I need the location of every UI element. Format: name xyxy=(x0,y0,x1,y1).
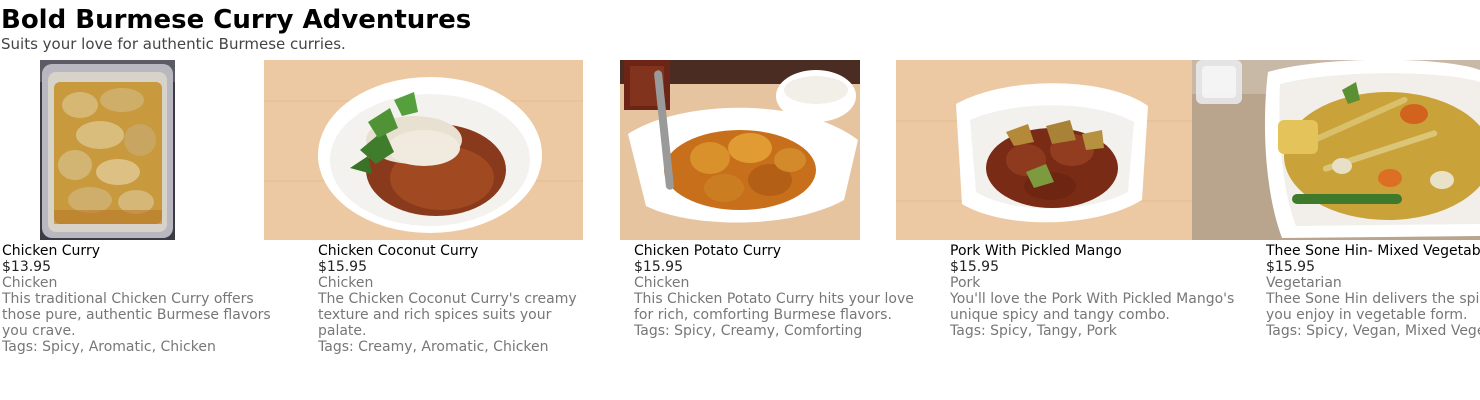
dish-category: Pork xyxy=(950,275,981,291)
dish-price: $15.95 xyxy=(950,259,999,275)
dish-price: $15.95 xyxy=(318,259,367,275)
dish-category: Chicken xyxy=(318,275,374,291)
dish-tags: Tags: Spicy, Vegan, Mixed Vegetables xyxy=(1266,323,1480,339)
dish-price: $15.95 xyxy=(634,259,683,275)
dish-description: This traditional Chicken Curry offers th… xyxy=(2,291,271,339)
dish-tags: Tags: Spicy, Tangy, Pork xyxy=(950,323,1117,339)
dish-name[interactable]: Chicken Coconut Curry xyxy=(318,243,618,259)
dish-name[interactable]: Chicken Curry xyxy=(2,243,302,259)
dish-price: $13.95 xyxy=(2,259,51,275)
dish-card-chicken-curry[interactable]: Chicken Curry $13.95 Chicken This tradit… xyxy=(2,243,302,355)
dish-card-chicken-coconut-curry[interactable]: Chicken Coconut Curry $15.95 Chicken The… xyxy=(318,243,618,355)
dish-name[interactable]: Pork With Pickled Mango xyxy=(950,243,1250,259)
chicken-coconut-curry-photo[interactable] xyxy=(264,60,583,240)
dish-card-pork-with-pickled-mango[interactable]: Pork With Pickled Mango $15.95 Pork You'… xyxy=(950,243,1250,339)
dish-price: $15.95 xyxy=(1266,259,1315,275)
dish-category: Chicken xyxy=(634,275,690,291)
chicken-potato-curry-photo[interactable] xyxy=(620,60,860,240)
pork-with-pickled-mango-photo[interactable] xyxy=(896,60,1192,240)
dish-tags: Tags: Spicy, Creamy, Comforting xyxy=(634,323,863,339)
page-subtitle: Suits your love for authentic Burmese cu… xyxy=(1,35,346,53)
dish-tags: Tags: Creamy, Aromatic, Chicken xyxy=(318,339,549,355)
dish-card-chicken-potato-curry[interactable]: Chicken Potato Curry $15.95 Chicken This… xyxy=(634,243,934,339)
dish-name[interactable]: Thee Sone Hin- Mixed Vegetable Curry xyxy=(1266,243,1480,259)
page-title: Bold Burmese Curry Adventures xyxy=(1,5,472,35)
dish-card-thee-sone-hin[interactable]: Thee Sone Hin- Mixed Vegetable Curry $15… xyxy=(1266,243,1480,339)
thee-sone-hin-photo[interactable] xyxy=(1192,60,1480,240)
dish-tags: Tags: Spicy, Aromatic, Chicken xyxy=(2,339,216,355)
dish-category: Chicken xyxy=(2,275,58,291)
dish-category: Vegetarian xyxy=(1266,275,1342,291)
dish-name[interactable]: Chicken Potato Curry xyxy=(634,243,934,259)
dish-description: You'll love the Pork With Pickled Mango'… xyxy=(950,291,1235,323)
chicken-curry-photo[interactable] xyxy=(40,60,175,240)
dish-description: Thee Sone Hin delivers the spicy flavors… xyxy=(1266,291,1480,323)
dish-description: The Chicken Coconut Curry's creamy textu… xyxy=(318,291,577,339)
dish-description: This Chicken Potato Curry hits your love… xyxy=(634,291,914,323)
